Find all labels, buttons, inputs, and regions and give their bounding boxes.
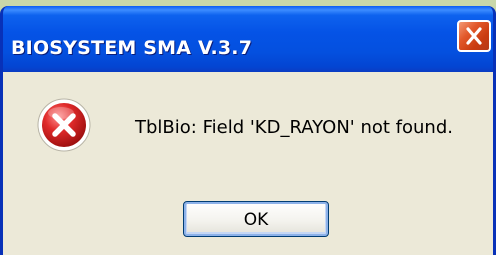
close-button[interactable] xyxy=(457,20,491,52)
dialog-body: TblBio: Field 'KD_RAYON' not found. OK xyxy=(3,72,493,255)
window-title: BIOSYSTEM SMA V.3.7 xyxy=(11,37,253,59)
error-message: TblBio: Field 'KD_RAYON' not found. xyxy=(135,117,453,138)
title-bar[interactable]: BIOSYSTEM SMA V.3.7 xyxy=(3,6,493,72)
error-icon xyxy=(37,98,91,152)
dialog-window: BIOSYSTEM SMA V.3.7 TblBio: Field 'KD_RA… xyxy=(0,6,496,255)
ok-button[interactable]: OK xyxy=(183,201,329,237)
close-icon xyxy=(466,27,482,45)
